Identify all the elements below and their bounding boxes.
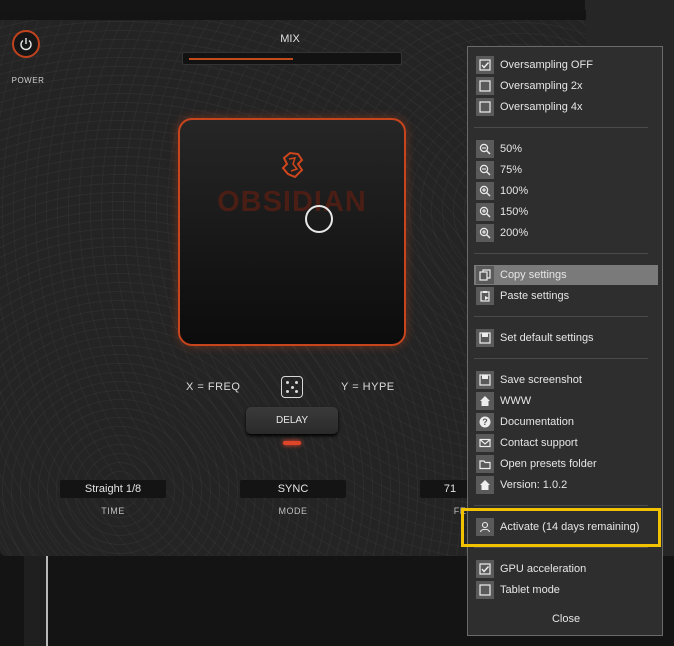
menu-item-zoom-200[interactable]: 200% [474, 223, 658, 243]
checkbox-icon [476, 77, 494, 95]
zoom-in-icon [476, 224, 494, 242]
context-menu: Oversampling OFF Oversampling 2x Oversam… [467, 46, 663, 636]
menu-item-oversampling-2x[interactable]: Oversampling 2x [474, 76, 658, 96]
menu-separator [474, 505, 648, 506]
menu-item-save-screenshot[interactable]: Save screenshot [474, 370, 658, 390]
menu-separator [474, 253, 648, 254]
menu-item-zoom-50[interactable]: 50% [474, 139, 658, 159]
home-icon [476, 476, 494, 494]
mode-value-field[interactable]: SYNC [240, 480, 346, 498]
time-value-field[interactable]: Straight 1/8 [60, 480, 166, 498]
xy-pad[interactable]: OBSIDIAN [178, 118, 406, 346]
checkbox-checked-icon [476, 560, 494, 578]
zoom-out-icon [476, 140, 494, 158]
menu-separator [474, 127, 648, 128]
zoom-in-icon [476, 182, 494, 200]
menu-item-set-default-settings[interactable]: Set default settings [474, 328, 658, 348]
menu-item-oversampling-off[interactable]: Oversampling OFF [474, 55, 658, 75]
menu-item-label: Documentation [500, 416, 574, 428]
help-icon: ? [476, 413, 494, 431]
checkbox-icon [476, 98, 494, 116]
delay-led [283, 441, 301, 445]
mode-label: MODE [278, 506, 308, 516]
menu-item-label: 200% [500, 227, 529, 239]
menu-item-label: Oversampling 2x [500, 80, 583, 92]
menu-separator [474, 316, 648, 317]
copy-icon [476, 266, 494, 284]
svg-text:?: ? [482, 417, 488, 427]
menu-item-label: GPU acceleration [500, 563, 587, 575]
menu-item-label: WWW [500, 395, 532, 407]
dice-dot [295, 390, 298, 393]
home-icon [476, 392, 494, 410]
menu-item-paste-settings[interactable]: Paste settings [474, 286, 658, 306]
menu-item-label: Set default settings [500, 332, 594, 344]
y-axis-assignment[interactable]: Y = HYPE [341, 381, 395, 393]
menu-item-label: 50% [500, 143, 523, 155]
mail-icon [476, 434, 494, 452]
power-icon [20, 38, 32, 51]
menu-item-label: 100% [500, 185, 529, 197]
menu-item-label: 150% [500, 206, 529, 218]
menu-item-zoom-75[interactable]: 75% [474, 160, 658, 180]
checkbox-icon [476, 581, 494, 599]
mix-slider[interactable] [182, 52, 402, 65]
menu-item-label: Save screenshot [500, 374, 582, 386]
zoom-out-icon [476, 161, 494, 179]
delay-button[interactable]: DELAY [246, 407, 338, 434]
menu-item-contact-support[interactable]: Contact support [474, 433, 658, 453]
menu-item-zoom-100[interactable]: 100% [474, 181, 658, 201]
menu-item-label: Paste settings [500, 290, 570, 302]
menu-item-version[interactable]: Version: 1.0.2 [474, 475, 658, 495]
menu-item-gpu-acceleration[interactable]: GPU acceleration [474, 559, 658, 579]
menu-item-label: Copy settings [500, 269, 567, 281]
menu-separator [474, 547, 648, 548]
menu-item-label: 75% [500, 164, 523, 176]
mix-slider-fill [189, 58, 293, 60]
time-label: TIME [101, 506, 125, 516]
x-axis-assignment[interactable]: X = FREQ [186, 381, 240, 393]
dice-dot [286, 390, 289, 393]
obsidian-logo-text: OBSIDIAN [217, 186, 367, 218]
menu-item-tablet-mode[interactable]: Tablet mode [474, 580, 658, 600]
mix-label: MIX [280, 33, 300, 45]
highlight-annotation-box [461, 508, 661, 547]
menu-item-label: Oversampling 4x [500, 101, 583, 113]
menu-separator [474, 358, 648, 359]
host-divider [46, 556, 48, 646]
plugin-top-edge [0, 10, 586, 20]
menu-item-label: Oversampling OFF [500, 59, 593, 71]
obsidian-logo-icon [281, 151, 304, 179]
dice-dot [286, 381, 289, 384]
zoom-in-icon [476, 203, 494, 221]
dice-dot [295, 381, 298, 384]
dice-dot [290, 385, 294, 389]
folder-icon [476, 455, 494, 473]
menu-item-open-presets-folder[interactable]: Open presets folder [474, 454, 658, 474]
menu-item-oversampling-4x[interactable]: Oversampling 4x [474, 97, 658, 117]
randomize-dice-button[interactable] [281, 376, 303, 398]
menu-item-label: Version: 1.0.2 [500, 479, 568, 491]
paste-icon [476, 287, 494, 305]
checkbox-checked-icon [476, 56, 494, 74]
save-icon [476, 329, 494, 347]
menu-close-button[interactable]: Close [468, 613, 664, 625]
menu-item-label: Contact support [500, 437, 578, 449]
menu-item-documentation[interactable]: ? Documentation [474, 412, 658, 432]
host-track [24, 556, 46, 646]
power-button[interactable] [12, 30, 40, 58]
save-icon [476, 371, 494, 389]
power-label: POWER [11, 76, 45, 85]
menu-item-www[interactable]: WWW [474, 391, 658, 411]
menu-item-label: Open presets folder [500, 458, 597, 470]
menu-item-zoom-150[interactable]: 150% [474, 202, 658, 222]
menu-item-copy-settings[interactable]: Copy settings [474, 265, 658, 285]
xy-pad-cursor[interactable] [305, 205, 333, 233]
menu-item-label: Tablet mode [500, 584, 560, 596]
